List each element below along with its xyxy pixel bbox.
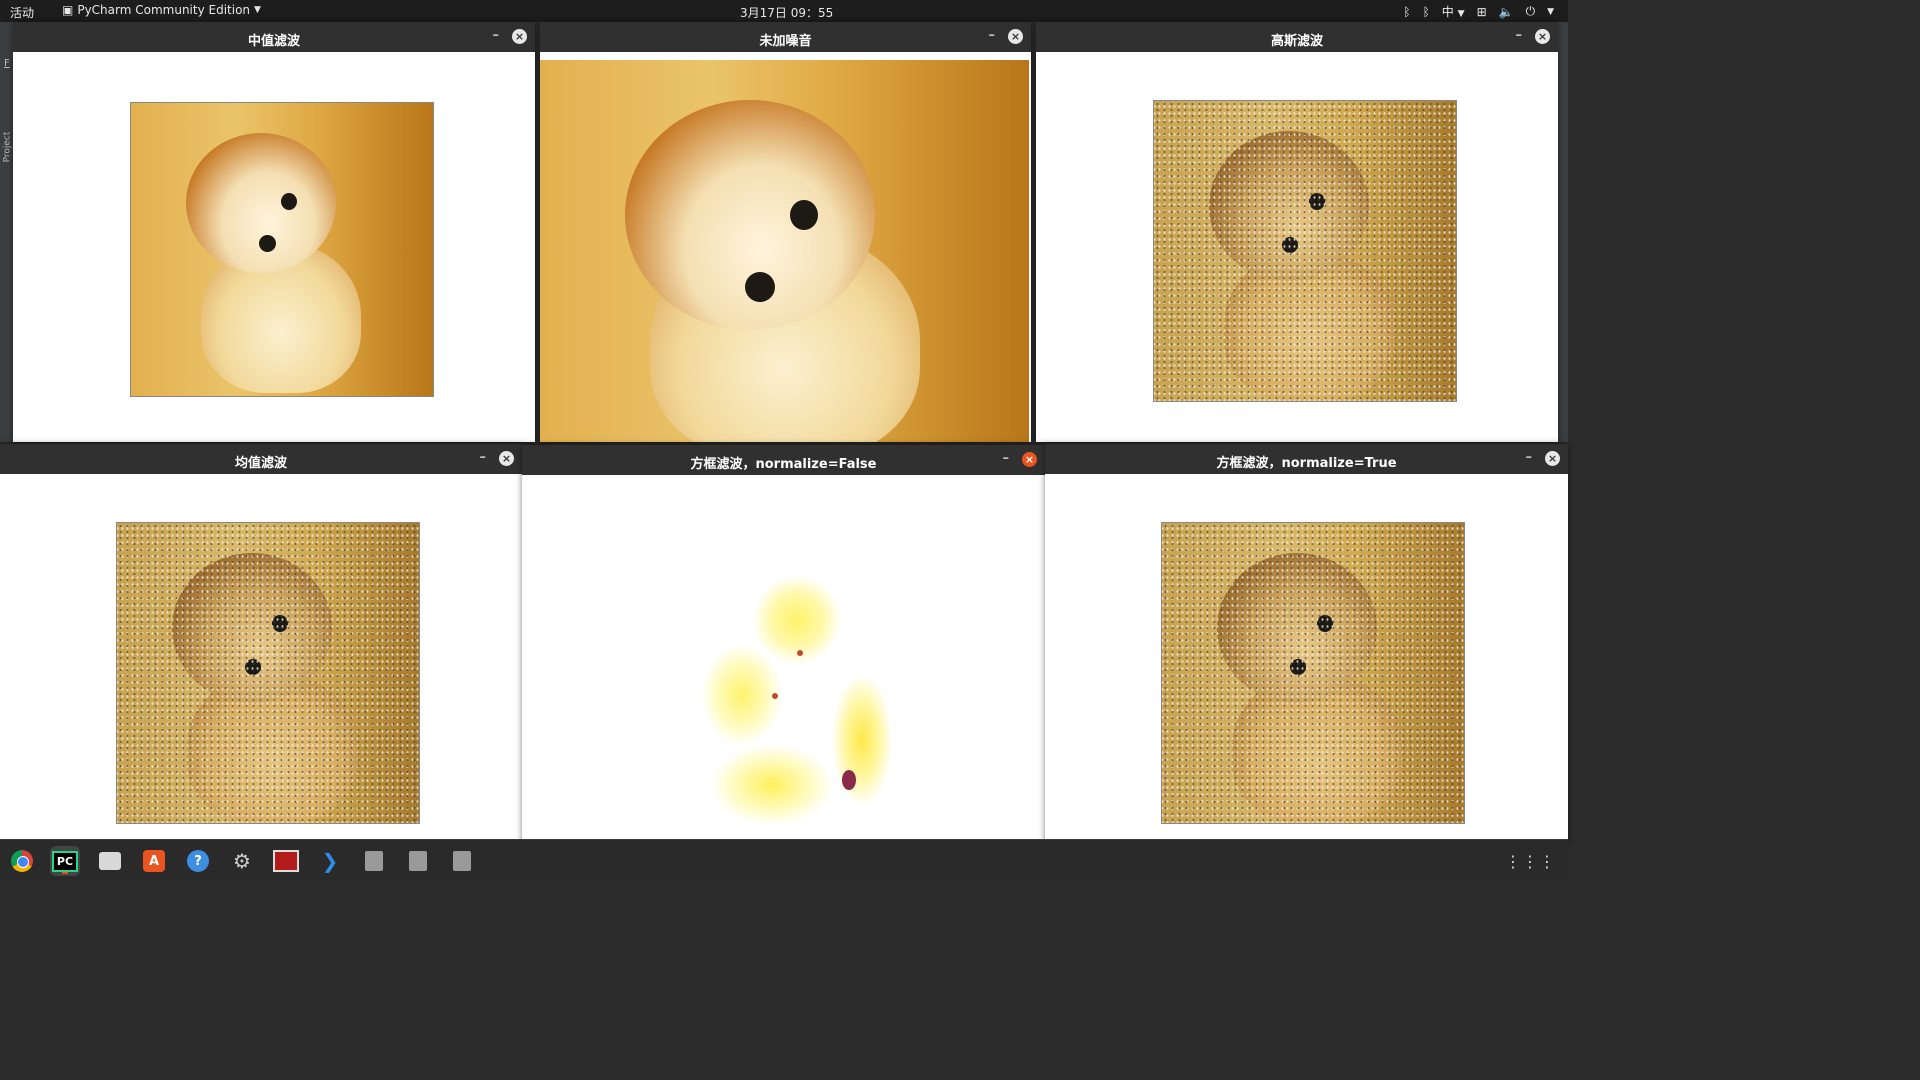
input-method-label: 中 <box>1441 5 1454 19</box>
dock-item-vscode[interactable]: ❯ <box>315 846 345 876</box>
cat-image <box>116 522 420 824</box>
dropdown-arrow-icon: ▼ <box>254 5 261 15</box>
dock-item-help[interactable]: ? <box>183 846 213 876</box>
usb-icon <box>365 851 383 871</box>
dock-item-files[interactable] <box>95 846 125 876</box>
window-box-filter-normalized[interactable]: 方框滤波，normalize=True – × <box>1045 444 1568 842</box>
close-button[interactable]: × <box>1545 451 1560 466</box>
window-title: 高斯滤波 <box>1270 34 1323 49</box>
clock[interactable]: 3月17日 09：55 <box>740 4 833 21</box>
app-window-icon: ▣ <box>62 3 74 17</box>
window-titlebar[interactable]: 中值滤波 – × <box>13 22 535 52</box>
close-button[interactable]: × <box>1008 29 1023 44</box>
folder-icon <box>99 852 121 870</box>
dock-item-chrome[interactable] <box>7 846 37 876</box>
window-titlebar[interactable]: 方框滤波，normalize=False – × <box>522 445 1045 475</box>
usb-icon <box>453 851 471 871</box>
pycharm-icon: PC <box>51 850 79 872</box>
running-indicator <box>62 872 68 874</box>
dock-item-image-viewer[interactable] <box>271 846 301 876</box>
dock-item-usb-1[interactable] <box>359 846 389 876</box>
app-menu[interactable]: ▣ PyCharm Community Edition ▼ <box>62 3 261 17</box>
image-canvas <box>540 52 1031 442</box>
window-box-filter-unnormalized[interactable]: 方框滤波，normalize=False – × <box>522 445 1045 868</box>
cat-image <box>1161 522 1465 824</box>
top-bar: 活动 ▣ PyCharm Community Edition ▼ 3月17日 0… <box>0 0 1568 22</box>
minimize-button[interactable]: – <box>1516 28 1523 43</box>
window-titlebar[interactable]: 未加噪音 – × <box>540 22 1031 52</box>
chrome-icon <box>11 850 33 872</box>
minimize-button[interactable]: – <box>1526 450 1533 465</box>
window-mean-filter[interactable]: 均值滤波 – × <box>0 444 522 842</box>
image-canvas <box>1036 52 1558 442</box>
window-titlebar[interactable]: 均值滤波 – × <box>0 444 522 474</box>
volume-icon: 🔈 <box>1498 4 1514 19</box>
bluetooth-icon: ᛒ <box>1403 4 1411 19</box>
vscode-icon: ❯ <box>321 849 339 873</box>
close-button[interactable]: × <box>1022 452 1037 467</box>
image-canvas <box>13 52 535 442</box>
window-titlebar[interactable]: 高斯滤波 – × <box>1036 22 1558 52</box>
window-title: 未加噪音 <box>759 34 812 49</box>
dock: PC A ? ⚙ ❯ ⋮⋮⋮ <box>0 839 1568 882</box>
window-gaussian-filter[interactable]: 高斯滤波 – × <box>1036 22 1558 442</box>
dock-item-software[interactable]: A <box>139 846 169 876</box>
input-method-indicator[interactable]: 中 ▼ <box>1442 3 1465 20</box>
minimize-button[interactable]: – <box>493 28 500 43</box>
minimize-button[interactable]: – <box>989 28 996 43</box>
chevron-down-icon: ▼ <box>1547 6 1554 17</box>
window-title: 方框滤波，normalize=True <box>1216 456 1397 471</box>
cat-image <box>540 60 1029 442</box>
system-tray[interactable]: ᛒ ᛒ 中 ▼ ⊞ 🔈 ⏻ ▼ <box>1403 3 1554 20</box>
chevron-down-icon: ▼ <box>1457 9 1465 19</box>
window-median-filter[interactable]: 中值滤波 – × <box>13 22 535 442</box>
bluetooth-icon-2: ᛒ <box>1422 4 1430 19</box>
dock-item-usb-2[interactable] <box>403 846 433 876</box>
show-applications-icon[interactable]: ⋮⋮⋮ <box>1505 852 1556 871</box>
power-icon: ⏻ <box>1525 4 1536 18</box>
cat-image <box>1153 100 1457 402</box>
image-canvas <box>1045 474 1568 842</box>
app-menu-label: PyCharm Community Edition <box>77 3 251 17</box>
close-button[interactable]: × <box>499 451 514 466</box>
help-icon: ? <box>187 850 209 872</box>
window-title: 方框滤波，normalize=False <box>690 457 877 472</box>
gear-icon: ⚙ <box>233 849 251 873</box>
dock-item-pycharm[interactable]: PC <box>50 846 80 876</box>
window-original[interactable]: 未加噪音 – × <box>540 22 1031 442</box>
network-icon: ⊞ <box>1476 4 1487 19</box>
dock-item-settings[interactable]: ⚙ <box>227 846 257 876</box>
ide-menu-letter[interactable]: F <box>4 58 10 69</box>
activities-button[interactable]: 活动 <box>10 4 34 21</box>
window-titlebar[interactable]: 方框滤波，normalize=True – × <box>1045 444 1568 474</box>
cat-image <box>130 102 434 397</box>
saturated-cat-image <box>692 555 952 825</box>
minimize-button[interactable]: – <box>480 450 487 465</box>
image-canvas <box>522 475 1045 842</box>
software-center-icon: A <box>143 850 165 872</box>
image-canvas <box>0 474 522 842</box>
image-viewer-icon <box>273 850 299 872</box>
usb-icon <box>409 851 427 871</box>
minimize-button[interactable]: – <box>1003 451 1010 466</box>
close-button[interactable]: × <box>1535 29 1550 44</box>
window-title: 均值滤波 <box>234 456 287 471</box>
close-button[interactable]: × <box>512 29 527 44</box>
window-title: 中值滤波 <box>247 34 300 49</box>
dock-item-usb-3[interactable] <box>447 846 477 876</box>
ide-background: F Project <box>0 22 14 442</box>
project-tab[interactable]: Project <box>2 132 12 163</box>
